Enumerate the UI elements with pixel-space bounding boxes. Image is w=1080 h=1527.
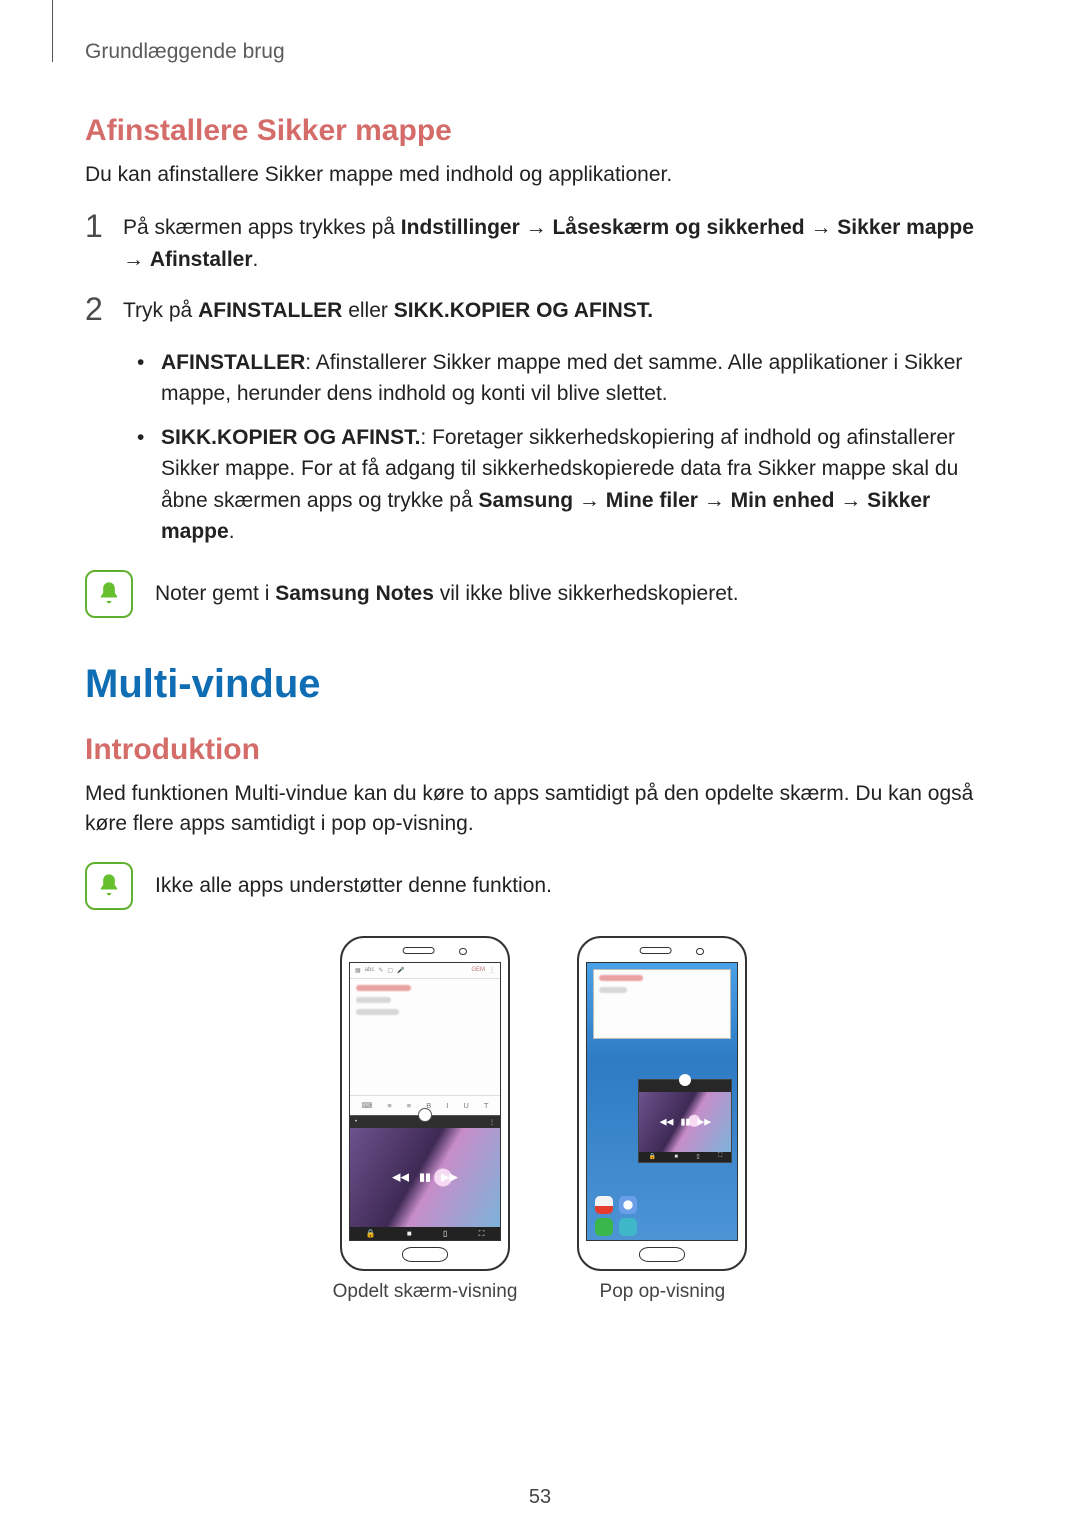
pause-icon: ▮▮	[419, 1171, 431, 1184]
align-icon: ≡	[407, 1101, 411, 1110]
lock-icon: 🔒	[366, 1229, 376, 1238]
pen-icon: ✎	[378, 967, 383, 974]
expand-icon: ⛶	[479, 1229, 485, 1239]
intro-paragraph: Du kan afinstallere Sikker mappe med ind…	[85, 160, 995, 190]
step-number: 2	[85, 293, 123, 325]
image-icon: ▢	[387, 967, 393, 974]
text-color-icon: T	[484, 1101, 489, 1110]
mic-icon: 🎤	[397, 967, 404, 974]
note-samsung-notes: Noter gemt i Samsung Notes vil ikke bliv…	[85, 570, 995, 618]
bullet-item-backup-uninstall: • SIKK.KOPIER OG AFINST.: Foretager sikk…	[137, 422, 995, 548]
step-text: Tryk på AFINSTALLER eller SIKK.KOPIER OG…	[123, 295, 995, 327]
popup-handle	[679, 1074, 691, 1086]
intro-paragraph-multi: Med funktionen Multi-vindue kan du køre …	[85, 779, 995, 840]
prev-icon: ◀◀	[392, 1171, 409, 1184]
phone-icon	[595, 1218, 613, 1236]
text-mode-icon: abc	[365, 967, 375, 973]
note-app-toolbar: ▦ abc ✎ ▢ 🎤 GEM ⋮	[350, 963, 500, 979]
next-icon: ▶▶	[697, 1116, 711, 1127]
split-handle	[418, 1108, 432, 1122]
crop-icon: ▯	[443, 1229, 447, 1238]
step-2: 2 Tryk på AFINSTALLER eller SIKK.KOPIER …	[85, 295, 995, 327]
page-number: 53	[0, 1486, 1080, 1509]
section-title-multi-window: Multi-vindue	[85, 662, 995, 707]
pause-icon: ▮▮	[680, 1116, 690, 1127]
volume-icon: ■	[407, 1229, 412, 1238]
note-bell-icon	[85, 862, 133, 910]
messages-icon	[619, 1218, 637, 1236]
italic-icon: I	[446, 1101, 448, 1110]
list-icon: ≡	[387, 1101, 391, 1110]
video-player: ◀◀ ▮▮ ▶▶	[350, 1128, 500, 1227]
heading-introduction: Introduktion	[85, 733, 995, 767]
more-icon: ⋮	[489, 967, 495, 974]
note-not-all-apps: Ikke alle apps understøtter denne funkti…	[85, 862, 995, 910]
breadcrumb: Grundlæggende brug	[85, 40, 995, 64]
save-button: GEM	[471, 967, 485, 973]
phone-frame: ◀◀ ▮▮ ▶▶ 🔒■▯⛶	[577, 936, 747, 1271]
keyboard-icon: ⌨	[362, 1101, 373, 1110]
figure-popup-view: ◀◀ ▮▮ ▶▶ 🔒■▯⛶	[577, 936, 747, 1303]
phone-frame: ▦ abc ✎ ▢ 🎤 GEM ⋮	[340, 936, 510, 1271]
browser-icon	[619, 1196, 637, 1214]
step-number: 1	[85, 210, 123, 242]
prev-icon: ◀◀	[660, 1116, 674, 1127]
underline-icon: U	[463, 1101, 468, 1110]
figure-caption: Opdelt skærm-visning	[333, 1281, 518, 1303]
popup-video: ◀◀ ▮▮ ▶▶	[639, 1092, 731, 1152]
step-text: På skærmen apps trykkes på Indstillinger…	[123, 212, 995, 275]
note-app-card	[593, 969, 731, 1039]
grid-icon: ▦	[355, 967, 361, 974]
mail-icon	[595, 1196, 613, 1214]
figure-caption: Pop op-visning	[600, 1281, 726, 1303]
heading-uninstall-secure-folder: Afinstallere Sikker mappe	[85, 114, 995, 148]
step-1: 1 På skærmen apps trykkes på Indstilling…	[85, 212, 995, 275]
popup-window: ◀◀ ▮▮ ▶▶ 🔒■▯⛶	[638, 1079, 732, 1163]
video-bottom-bar: 🔒 ■ ▯ ⛶	[350, 1227, 500, 1241]
figure-split-screen: ▦ abc ✎ ▢ 🎤 GEM ⋮	[333, 936, 518, 1303]
next-icon: ▶▶	[441, 1171, 458, 1184]
note-bell-icon	[85, 570, 133, 618]
bullet-item-uninstall: • AFINSTALLER: Afinstallerer Sikker mapp…	[137, 347, 995, 410]
